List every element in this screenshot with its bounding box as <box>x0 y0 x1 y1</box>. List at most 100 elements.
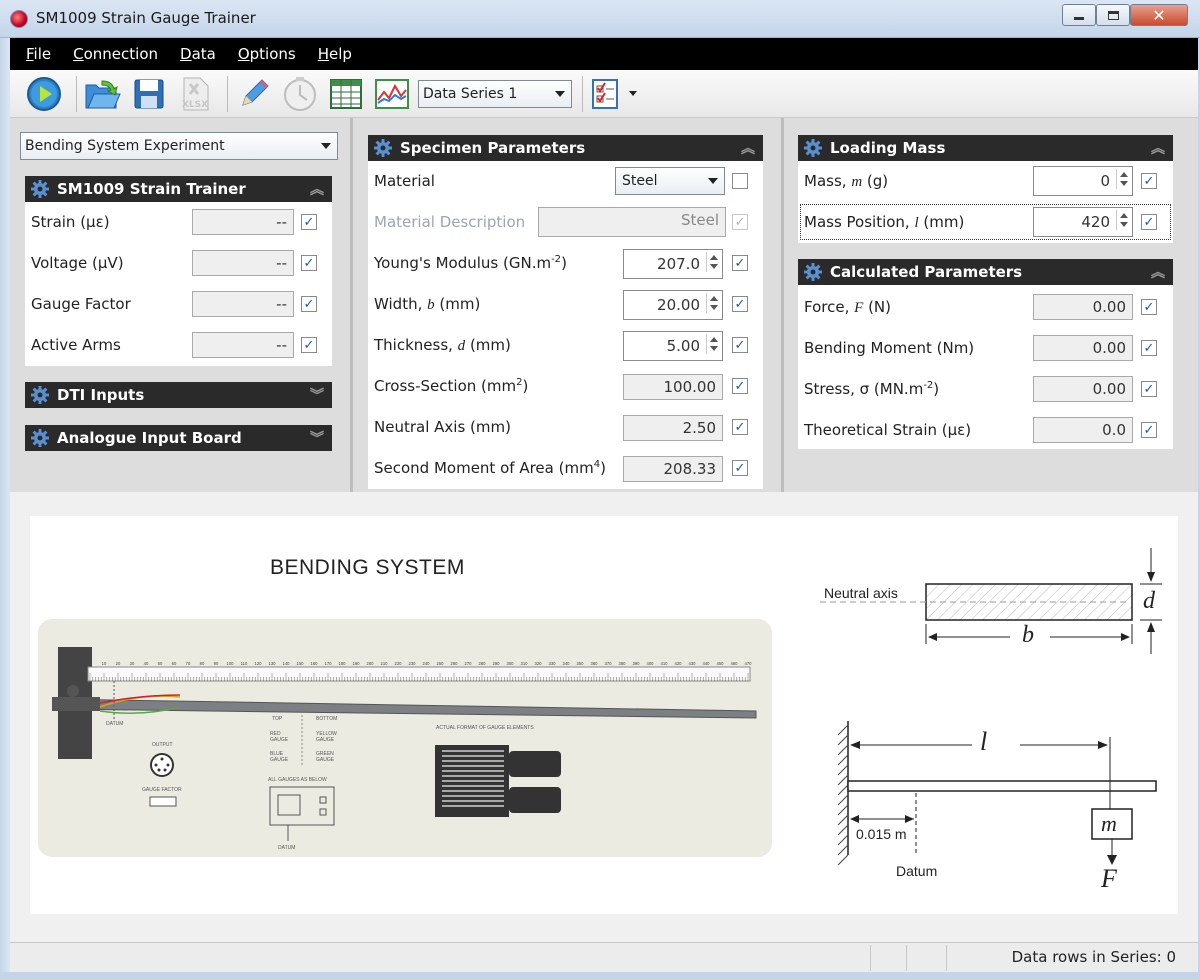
ruler-label: 450 <box>717 661 725 666</box>
dti-panel-header[interactable]: DTI Inputs ︾ <box>25 382 332 408</box>
edit-button[interactable] <box>234 74 274 114</box>
ruler-label: 470 <box>745 661 753 666</box>
ruler-label: 250 <box>437 661 445 666</box>
ruler-label: 270 <box>465 661 473 666</box>
export-xlsx-button[interactable]: XLSX <box>175 74 215 114</box>
ruler-label: 160 <box>311 661 319 666</box>
theoretical-strain-checkbox[interactable]: ✓ <box>1141 422 1157 438</box>
bending-moment-row: Bending Moment (Nm) <box>804 334 974 362</box>
checklist-dropdown-icon[interactable] <box>629 91 637 96</box>
mass-input[interactable]: 0 <box>1033 166 1133 196</box>
thickness-checkbox[interactable]: ✓ <box>732 337 748 353</box>
table-icon <box>330 78 362 109</box>
open-button[interactable] <box>83 74 123 114</box>
ruler-label: 310 <box>521 661 529 666</box>
chart-icon <box>375 78 409 109</box>
trainer-panel-header[interactable]: SM1009 Strain Trainer ︽ <box>25 176 332 202</box>
gear-icon <box>31 429 49 447</box>
material-select[interactable]: Steel <box>615 167 725 195</box>
material-description-row: Material Description <box>374 208 525 236</box>
ruler-label: 170 <box>325 661 333 666</box>
experiment-select[interactable]: Bending System Experiment <box>20 132 338 160</box>
mass-position-row: Mass Position, l (mm) <box>804 208 964 236</box>
gauge-factor-checkbox[interactable]: ✓ <box>301 296 317 312</box>
collapse-icon: ︽ <box>1151 265 1165 281</box>
right-column: Loading Mass ︽ Mass, m (g) 0 ✓ Mass Posi… <box>784 118 1198 492</box>
calculated-panel-title: Calculated Parameters <box>830 263 1023 281</box>
active-arms-checkbox[interactable]: ✓ <box>301 337 317 353</box>
save-button[interactable] <box>129 74 169 114</box>
spinner-icon[interactable] <box>706 252 720 272</box>
length-symbol: l <box>980 727 988 756</box>
maximize-button[interactable] <box>1096 4 1130 26</box>
cross-section-checkbox[interactable]: ✓ <box>732 378 748 394</box>
clock-icon <box>284 76 316 111</box>
neutral-axis-checkbox[interactable]: ✓ <box>732 419 748 435</box>
width-input[interactable]: 20.00 <box>623 290 723 320</box>
youngs-modulus-input[interactable]: 207.0 <box>623 249 723 279</box>
data-series-select[interactable]: Data Series 1 <box>418 79 572 108</box>
material-checkbox[interactable] <box>732 173 748 189</box>
gauge-factor-row: Gauge Factor <box>31 290 131 318</box>
bending-moment-checkbox[interactable]: ✓ <box>1141 340 1157 356</box>
thickness-input[interactable]: 5.00 <box>623 331 723 361</box>
rig-top-label: TOP <box>272 716 283 722</box>
loading-panel-header[interactable]: Loading Mass ︽ <box>798 135 1173 161</box>
mass-position-input[interactable]: 420 <box>1033 207 1133 237</box>
gear-icon <box>31 386 49 404</box>
gear-icon <box>31 180 49 198</box>
ruler-label: 360 <box>591 661 599 666</box>
table-view-button[interactable] <box>326 74 366 114</box>
calculated-panel-body: Force, F (N) 0.00 ✓ Bending Moment (Nm) … <box>798 285 1173 449</box>
ruler-label: 220 <box>395 661 403 666</box>
spinner-icon[interactable] <box>1116 169 1130 189</box>
offset-label: 0.015 m <box>856 826 907 842</box>
mass-position-checkbox[interactable]: ✓ <box>1141 214 1157 230</box>
diagram-margin-left <box>10 492 30 942</box>
menu-data[interactable]: Data <box>180 45 216 63</box>
toolbar: XLSX Data Series 1 <box>10 70 1198 118</box>
voltage-checkbox[interactable]: ✓ <box>301 255 317 271</box>
menu-file[interactable]: File <box>26 45 51 63</box>
width-checkbox[interactable]: ✓ <box>732 296 748 312</box>
checklist-button[interactable] <box>589 74 623 114</box>
wall-hatch-line <box>837 764 849 776</box>
mass-label: Mass, m (g) <box>804 171 889 190</box>
bending-moment-field: 0.00 <box>1033 335 1133 361</box>
menu-options[interactable]: Options <box>238 45 296 63</box>
wall-hatch-line <box>837 734 849 746</box>
menu-connection[interactable]: Connection <box>73 45 158 63</box>
ruler-label: 200 <box>367 661 375 666</box>
specimen-panel-header[interactable]: Specimen Parameters ︽ <box>368 135 763 161</box>
strain-checkbox[interactable]: ✓ <box>301 214 317 230</box>
rig-output-label: OUTPUT <box>152 742 173 748</box>
gear-icon <box>804 263 822 281</box>
stress-checkbox[interactable]: ✓ <box>1141 381 1157 397</box>
youngs-modulus-checkbox[interactable]: ✓ <box>732 255 748 271</box>
menu-help[interactable]: Help <box>318 45 352 63</box>
wall-hatch-line <box>837 834 849 846</box>
minimize-button[interactable] <box>1062 4 1096 26</box>
wall-hatch-line <box>837 784 849 796</box>
wall-hatch-line <box>837 794 849 806</box>
mass-row: Mass, m (g) <box>804 167 888 195</box>
window-title: SM1009 Strain Gauge Trainer <box>36 9 256 27</box>
close-button[interactable]: ✕ <box>1130 4 1188 26</box>
second-moment-row: Second Moment of Area (mm4) <box>374 454 606 482</box>
second-moment-checkbox[interactable]: ✓ <box>732 460 748 476</box>
collapse-icon: ︽ <box>1151 141 1165 157</box>
analogue-panel-header[interactable]: Analogue Input Board ︾ <box>25 425 332 451</box>
spinner-icon[interactable] <box>706 293 720 313</box>
run-button[interactable] <box>24 74 64 114</box>
timer-button[interactable] <box>280 74 320 114</box>
chart-view-button[interactable] <box>372 74 412 114</box>
experiment-value: Bending System Experiment <box>25 138 225 154</box>
material-description-label: Material Description <box>374 213 526 231</box>
spinner-icon[interactable] <box>1116 210 1130 230</box>
mass-checkbox[interactable]: ✓ <box>1141 173 1157 189</box>
diagram-title: BENDING SYSTEM <box>270 556 465 579</box>
force-checkbox[interactable]: ✓ <box>1141 299 1157 315</box>
ruler-label: 30 <box>130 661 135 666</box>
calculated-panel-header[interactable]: Calculated Parameters ︽ <box>798 259 1173 285</box>
spinner-icon[interactable] <box>706 334 720 354</box>
